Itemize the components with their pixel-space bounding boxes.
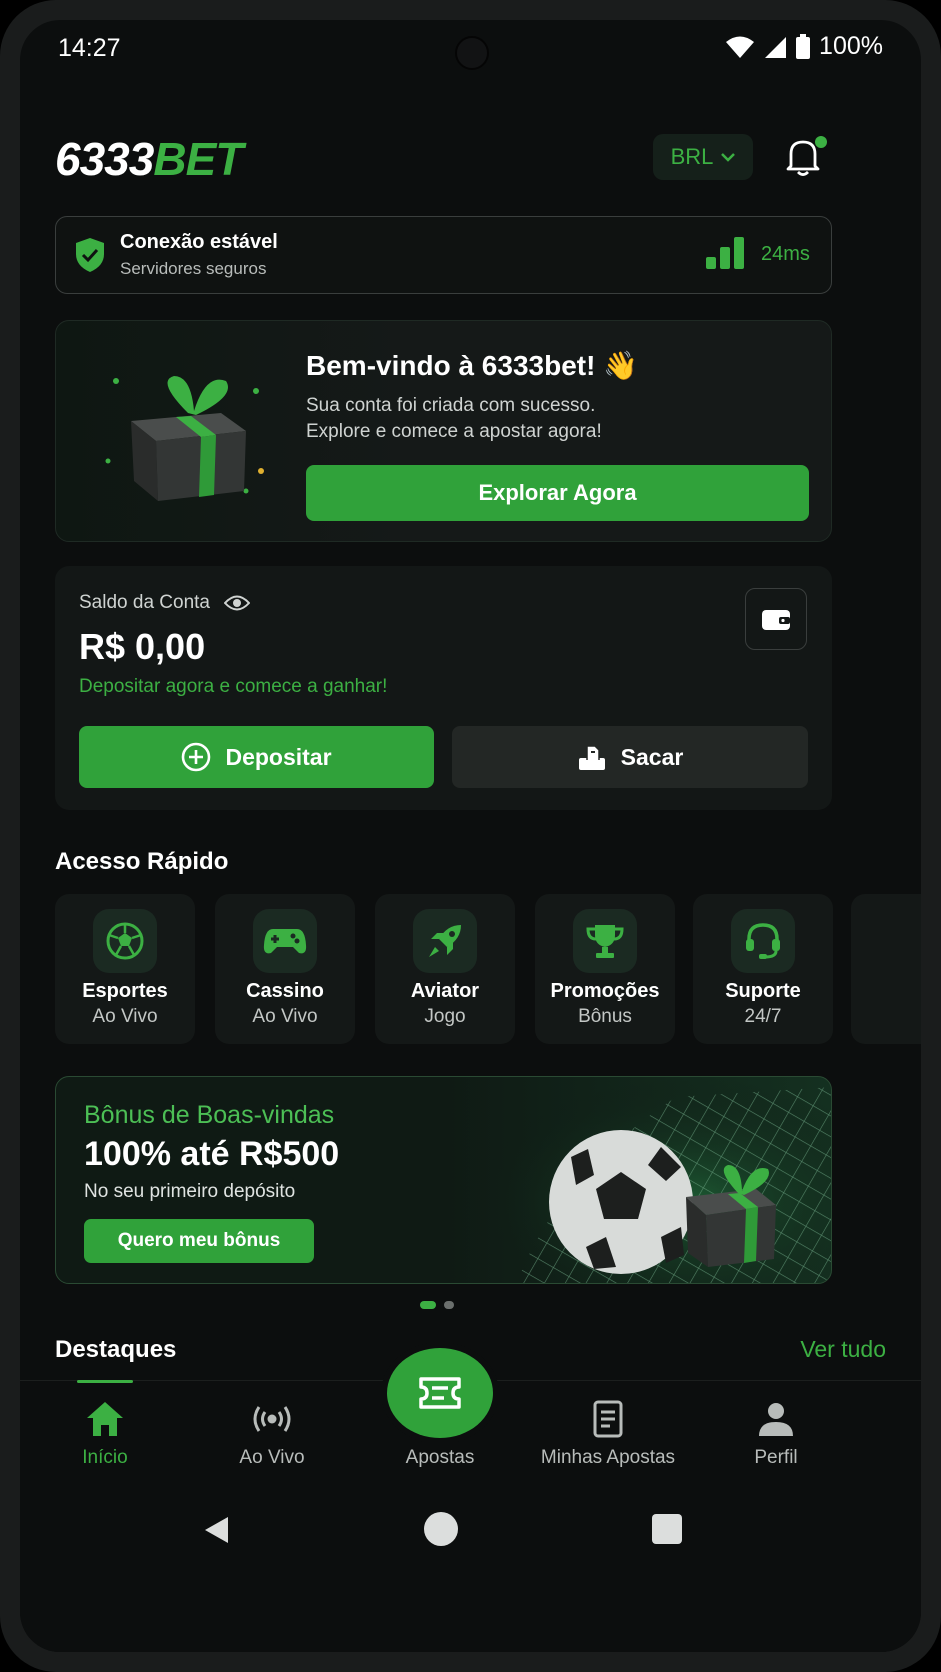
gift-box-illustration xyxy=(105,376,264,501)
quick-access-row: Esportes Ao Vivo Cassino Ao Vivo Aviator… xyxy=(55,894,921,1044)
ticket-icon xyxy=(419,1377,461,1409)
user-icon xyxy=(759,1403,793,1436)
nav-item-minhas-apostas[interactable]: Minhas Apostas xyxy=(523,1381,693,1491)
home-icon xyxy=(87,1402,123,1436)
explore-now-button[interactable]: Explorar Agora xyxy=(306,465,809,521)
bets-fab-button[interactable] xyxy=(387,1348,493,1438)
see-all-link[interactable]: Ver tudo xyxy=(800,1336,886,1363)
document-icon xyxy=(593,1400,623,1438)
quick-item-promocoes[interactable]: Promoções Bônus xyxy=(535,894,675,1044)
quick-item-sub: Jogo xyxy=(424,1006,466,1027)
nav-label: Início xyxy=(82,1447,128,1468)
quick-item-name: Esportes xyxy=(82,980,168,1002)
nav-item-perfil[interactable]: Perfil xyxy=(691,1381,861,1491)
quick-item-name: Suporte xyxy=(725,980,801,1002)
nav-item-inicio[interactable]: Início xyxy=(20,1380,190,1491)
connection-subtitle: Servidores seguros xyxy=(120,259,267,278)
deposit-button[interactable]: Depositar xyxy=(79,726,434,788)
carousel-dot[interactable] xyxy=(444,1301,454,1309)
quick-access-title: Acesso Rápido xyxy=(55,848,229,875)
wifi-icon xyxy=(726,36,755,58)
soccer-ball-icon xyxy=(106,922,144,960)
balance-amount: R$ 0,00 xyxy=(79,626,206,667)
status-bar: 14:27 100% xyxy=(20,20,921,82)
highlights-title: Destaques xyxy=(55,1336,177,1363)
headset-icon xyxy=(746,923,780,959)
eye-icon[interactable] xyxy=(224,594,250,612)
quick-item-partial[interactable] xyxy=(851,894,921,1044)
balance-label-row: Saldo da Conta xyxy=(79,592,250,614)
claim-bonus-button[interactable]: Quero meu bônus xyxy=(84,1219,314,1263)
quick-item-sub: Bônus xyxy=(578,1006,632,1027)
promo-title: Bônus de Boas-vindas xyxy=(84,1101,335,1129)
front-camera xyxy=(455,36,489,70)
withdraw-label: Sacar xyxy=(620,743,684,770)
quick-item-sub: 24/7 xyxy=(744,1006,782,1027)
welcome-card: Bem-vindo à 6333bet! 👋 Sua conta foi cri… xyxy=(55,320,832,542)
welcome-line-2: Explore e comece a apostar agora! xyxy=(306,421,602,442)
trophy-icon xyxy=(586,925,624,958)
welcome-bonus-banner[interactable]: Bônus de Boas-vindas 100% até R$500 No s… xyxy=(55,1076,832,1284)
nav-item-ao-vivo[interactable]: Ao Vivo xyxy=(187,1381,357,1491)
balance-label: Saldo da Conta xyxy=(79,592,210,613)
battery-icon xyxy=(796,33,811,59)
quick-item-name: Cassino xyxy=(246,980,324,1002)
system-navigation-bar xyxy=(20,1500,921,1652)
app-screen: 14:27 100% 6333BET BRL Conexão estável S… xyxy=(20,20,921,1652)
chevron-down-icon xyxy=(721,153,736,162)
soccer-goal-illustration xyxy=(476,1077,831,1283)
status-indicators: 100% xyxy=(725,32,883,61)
wallet-button[interactable] xyxy=(745,588,807,650)
app-header: 6333BET BRL xyxy=(55,120,886,198)
nav-label: Ao Vivo xyxy=(239,1447,305,1468)
quick-item-aviator[interactable]: Aviator Jogo xyxy=(375,894,515,1044)
status-time: 14:27 xyxy=(58,34,121,62)
connection-title: Conexão estável xyxy=(120,231,278,253)
recents-square-button[interactable] xyxy=(652,1514,682,1544)
currency-label: BRL xyxy=(670,144,714,169)
welcome-title: Bem-vindo à 6333bet! 👋 xyxy=(306,350,639,381)
promo-headline: 100% até R$500 xyxy=(84,1135,340,1173)
wallet-icon xyxy=(762,610,790,630)
notifications-button[interactable] xyxy=(785,136,827,178)
quick-item-esportes[interactable]: Esportes Ao Vivo xyxy=(55,894,195,1044)
gamepad-icon xyxy=(263,929,307,954)
shield-check-icon xyxy=(76,238,104,272)
plus-circle-icon xyxy=(182,742,211,772)
welcome-line-1: Sua conta foi criada com sucesso. xyxy=(306,395,596,416)
quick-item-cassino[interactable]: Cassino Ao Vivo xyxy=(215,894,355,1044)
signal-bars-icon xyxy=(706,237,744,269)
nav-label: Apostas xyxy=(405,1447,475,1468)
carousel-dot-active[interactable] xyxy=(420,1301,436,1309)
quick-item-sub: Ao Vivo xyxy=(252,1006,318,1027)
latency-value: 24ms xyxy=(761,243,810,265)
quick-item-name: Promoções xyxy=(550,980,660,1002)
notification-dot xyxy=(815,136,827,148)
rocket-icon xyxy=(429,925,461,957)
promo-subtitle: No seu primeiro depósito xyxy=(84,1181,296,1202)
cell-signal-icon xyxy=(765,36,787,58)
withdraw-icon xyxy=(578,745,605,770)
quick-item-name: Aviator xyxy=(410,980,480,1002)
balance-card: Saldo da Conta R$ 0,00 Depositar agora e… xyxy=(55,566,832,810)
quick-item-sub: Ao Vivo xyxy=(92,1006,158,1027)
withdraw-button[interactable]: Sacar xyxy=(452,726,808,788)
nav-label: Perfil xyxy=(754,1447,798,1468)
currency-selector[interactable]: BRL xyxy=(653,134,753,180)
deposit-label: Depositar xyxy=(225,743,332,770)
carousel-indicator[interactable] xyxy=(420,1301,454,1309)
quick-item-suporte[interactable]: Suporte 24/7 xyxy=(693,894,833,1044)
home-circle-button[interactable] xyxy=(424,1512,458,1546)
brand-logo[interactable]: 6333BET xyxy=(55,132,243,186)
battery-percent: 100% xyxy=(819,32,883,60)
deposit-cta-text: Depositar agora e comece a ganhar! xyxy=(79,676,388,697)
nav-label: Minhas Apostas xyxy=(540,1447,676,1468)
back-triangle-icon[interactable] xyxy=(202,1515,232,1545)
live-icon xyxy=(253,1406,291,1432)
device-frame: 14:27 100% 6333BET BRL Conexão estável S… xyxy=(0,0,941,1672)
connection-status-card: Conexão estável Servidores seguros 24ms xyxy=(55,216,832,294)
